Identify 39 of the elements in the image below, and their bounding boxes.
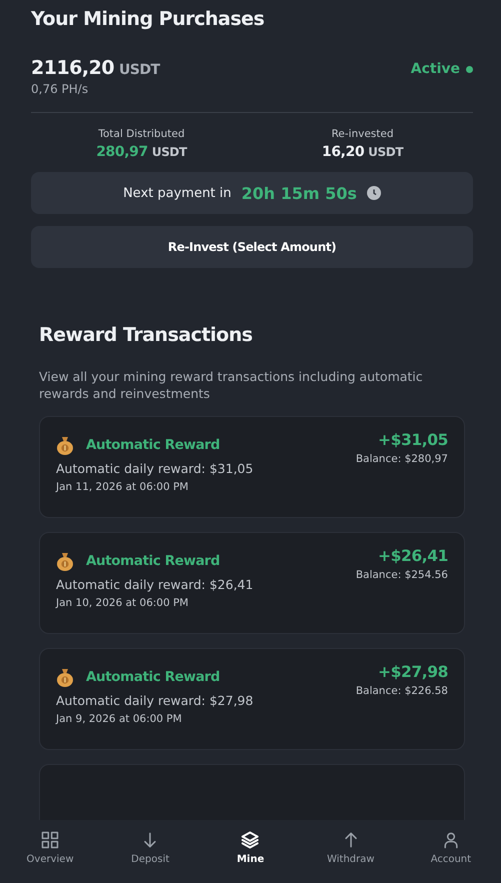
transaction-amount: +$26,41: [378, 547, 448, 565]
transaction-title: Automatic Reward: [86, 553, 220, 569]
transaction-title: Automatic Reward: [86, 669, 220, 685]
transaction-date: Jan 11, 2026 at 06:00 PM: [56, 481, 190, 493]
transaction-balance: Balance: $226.58: [356, 685, 448, 697]
countdown: 20h 15m 50s: [241, 184, 357, 202]
stat-value: 280,97 USDT: [96, 144, 187, 160]
next-payment-label: Next payment in: [123, 186, 232, 200]
section-title: Reward Transactions: [39, 324, 254, 346]
hashrate: 0,76 PH/s: [31, 82, 90, 96]
transaction-date: Jan 10, 2026 at 06:00 PM: [56, 597, 190, 609]
clock-icon: [366, 186, 381, 200]
status-label: Active: [410, 61, 460, 77]
stat-value: 16,20 USDT: [322, 144, 404, 160]
transaction-balance: Balance: $254.56: [356, 569, 448, 581]
nav-tab[interactable]: Mine: [200, 820, 301, 883]
section-title: Your Mining Purchases: [31, 8, 266, 30]
nav-tab[interactable]: Account: [400, 820, 501, 883]
nav-tab[interactable]: Deposit: [100, 820, 200, 883]
money-bag-icon: [56, 551, 74, 571]
layers-icon: [240, 830, 260, 850]
grid-icon: [40, 830, 60, 850]
transaction-amount: +$27,98: [378, 663, 448, 681]
transaction-description: Automatic daily reward: $27,98: [56, 693, 254, 708]
money-bag-icon: [56, 435, 74, 455]
stat-label: Total Distributed: [98, 128, 185, 140]
transaction-description: Automatic daily reward: $26,41: [56, 577, 254, 592]
purchase-amount: 2116,20 USDT: [31, 57, 160, 79]
transaction-amount: +$31,05: [378, 431, 448, 449]
section-description: View all your mining reward transactions including automatic rewards and reinvestments: [39, 368, 424, 402]
transaction-description: Automatic daily reward: $31,05: [56, 461, 254, 476]
nav-tab[interactable]: Overview: [0, 820, 100, 883]
transaction-title: Automatic Reward: [86, 437, 220, 453]
nav-tab[interactable]: Withdraw: [300, 820, 401, 883]
stat-label: Re-invested: [331, 128, 394, 140]
transaction-date: Jan 9, 2026 at 06:00 PM: [56, 713, 183, 725]
money-bag-icon: [56, 667, 74, 687]
transaction-balance: Balance: $280,97: [356, 453, 448, 465]
reinvest-button[interactable]: Re-Invest (Select Amount): [31, 226, 473, 268]
